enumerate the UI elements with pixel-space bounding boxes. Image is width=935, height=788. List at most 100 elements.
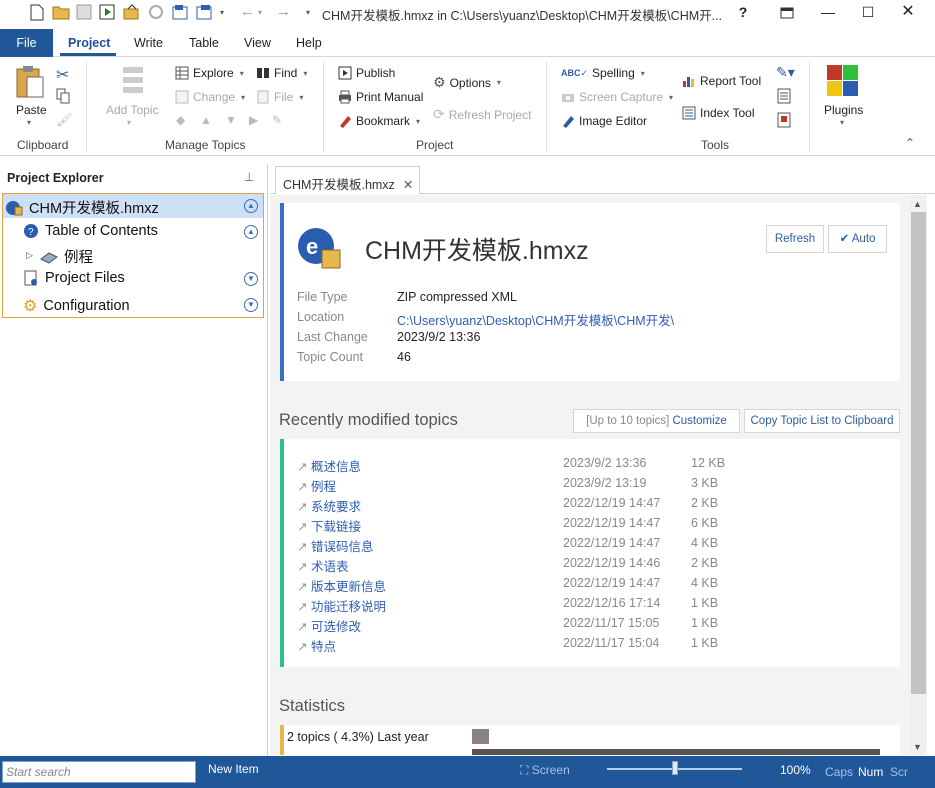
zoom-slider-thumb[interactable] xyxy=(671,761,678,775)
new-item-label[interactable]: New Item xyxy=(208,762,259,776)
screen-capture-dropdown-icon: ▾ xyxy=(669,92,674,102)
change-button[interactable]: Change ▾ xyxy=(175,90,245,104)
help-button[interactable]: ? xyxy=(723,0,763,26)
topic-link[interactable]: ↗ 功能迁移说明 xyxy=(297,596,386,615)
move-left-icon[interactable]: ◆ xyxy=(176,113,185,127)
tab-project[interactable]: Project xyxy=(68,36,110,50)
back-dropdown-icon[interactable]: ▾ xyxy=(258,4,276,22)
scroll-up-icon[interactable]: ▲ xyxy=(913,199,922,209)
layout-icon[interactable] xyxy=(196,4,214,22)
move-right-icon[interactable]: ▶ xyxy=(249,113,258,127)
topic-edit-icon[interactable]: ✎ xyxy=(272,113,282,127)
move-up-icon[interactable]: ▲ xyxy=(200,113,212,127)
topic-link[interactable]: ↗ 可选修改 xyxy=(297,616,361,635)
scroll-thumb[interactable] xyxy=(911,212,926,694)
close-button[interactable]: ✕ xyxy=(888,0,928,26)
forward-arrow-icon[interactable]: → xyxy=(276,4,294,22)
refresh-button[interactable]: Refresh xyxy=(766,225,824,253)
topic-link[interactable]: ↗ 系统要求 xyxy=(297,496,361,515)
explore-button[interactable]: Explore ▾ xyxy=(175,66,244,80)
tab-table[interactable]: Table xyxy=(189,36,219,50)
file-menu[interactable]: File xyxy=(0,29,53,57)
topic-link[interactable]: ↗ 概述信息 xyxy=(297,456,361,475)
search-input[interactable]: Start search xyxy=(2,761,196,783)
index-tool-button[interactable]: Index Tool xyxy=(682,106,755,120)
scroll-down-icon[interactable]: ▼ xyxy=(913,742,922,752)
report-tool-button[interactable]: Report Tool xyxy=(682,74,761,88)
format-painter-icon[interactable]: 🖌 xyxy=(56,112,73,128)
tab-view[interactable]: View xyxy=(244,36,271,50)
check-icon: ✔ xyxy=(839,233,852,245)
spelling-button[interactable]: ABC✓ Spelling ▾ xyxy=(561,66,645,80)
tab-help[interactable]: Help xyxy=(296,36,322,50)
tree-item-configuration[interactable]: ⚙ Configuration xyxy=(23,296,130,316)
tab-write[interactable]: Write xyxy=(134,36,163,50)
add-topic-dropdown-icon[interactable]: ▾ xyxy=(127,118,131,127)
tree-root-node[interactable]: CHM开发模板.hmxz xyxy=(5,197,159,218)
tree-item-table-of-contents[interactable]: ? Table of Contents xyxy=(23,223,158,239)
document-tab[interactable]: CHM开发模板.hmxz ✕ xyxy=(275,166,420,194)
screen-status[interactable]: ⛶ Screen xyxy=(520,763,570,778)
move-down-icon[interactable]: ▼ xyxy=(225,113,237,127)
tree-item-example[interactable]: 例程 xyxy=(40,246,93,267)
options-button[interactable]: ⚙ Options ▾ xyxy=(433,74,501,91)
find-button[interactable]: Find ▾ xyxy=(256,66,307,80)
collapse-toc-icon[interactable]: ▲ xyxy=(244,225,258,239)
add-topic-icon[interactable] xyxy=(117,65,149,99)
location-link[interactable]: C:\Users\yuanz\Desktop\CHM开发模板\CHM开发\ xyxy=(397,310,674,329)
paste-dropdown-icon[interactable]: ▾ xyxy=(27,118,31,127)
add-topic-button[interactable]: Add Topic xyxy=(106,103,158,117)
batch-tool-icon[interactable] xyxy=(777,112,791,128)
auto-button[interactable]: ✔ Auto xyxy=(828,225,887,253)
restore-layout-button[interactable] xyxy=(767,0,807,26)
topic-link[interactable]: ↗ 特点 xyxy=(297,636,336,655)
topic-size: 2 KB xyxy=(691,496,719,510)
topic-link[interactable]: ↗ 术语表 xyxy=(297,556,348,575)
find-label: Find xyxy=(274,66,298,80)
copy-icon[interactable] xyxy=(56,88,70,104)
zoom-level[interactable]: 100% xyxy=(780,763,811,777)
collapse-ribbon-icon[interactable]: ⌃ xyxy=(905,136,915,150)
image-editor-button[interactable]: Image Editor xyxy=(561,114,647,128)
expand-project-files-icon[interactable]: ▼ xyxy=(244,272,258,286)
file-button[interactable]: File ▾ xyxy=(256,90,303,104)
plugins-dropdown-icon[interactable]: ▾ xyxy=(840,118,844,127)
compile-icon[interactable] xyxy=(99,4,117,22)
document-tool-icon[interactable] xyxy=(777,88,791,104)
topic-icon[interactable] xyxy=(172,4,190,22)
refresh-project-button[interactable]: ⟳ Refresh Project xyxy=(433,106,531,123)
minimize-button[interactable]: — xyxy=(808,0,848,26)
topic-link[interactable]: ↗ 例程 xyxy=(297,476,336,495)
collapse-root-icon[interactable]: ▲ xyxy=(244,199,258,213)
expand-arrow-icon[interactable]: ▷ xyxy=(26,250,33,261)
screen-capture-button[interactable]: Screen Capture ▾ xyxy=(561,90,673,104)
close-tab-icon[interactable]: ✕ xyxy=(403,178,413,192)
refresh-icon[interactable] xyxy=(148,4,166,22)
tree-item-project-files[interactable]: Project Files xyxy=(23,270,125,286)
customize-button[interactable]: [Up to 10 topics] Customize xyxy=(573,409,740,433)
new-file-icon[interactable] xyxy=(30,4,48,22)
plugins-button[interactable]: Plugins xyxy=(824,103,863,117)
bookmark-button[interactable]: Bookmark ▾ xyxy=(338,114,420,128)
topic-link[interactable]: ↗ 版本更新信息 xyxy=(297,576,386,595)
plugins-puzzle-icon[interactable] xyxy=(826,64,860,98)
cut-icon[interactable]: ✂ xyxy=(56,65,69,85)
topic-link[interactable]: ↗ 错误码信息 xyxy=(297,536,373,555)
maximize-button[interactable]: ☐ xyxy=(848,0,888,26)
pin-icon[interactable]: ⊥ xyxy=(244,170,254,184)
customize-qa-icon[interactable]: ▾ xyxy=(220,4,238,22)
save-icon[interactable] xyxy=(76,4,94,22)
publish-icon[interactable] xyxy=(123,4,141,22)
script-tool-icon[interactable]: ✎▾ xyxy=(776,64,795,81)
print-manual-button[interactable]: Print Manual xyxy=(338,90,423,104)
publish-button[interactable]: Publish xyxy=(338,66,395,80)
paste-icon[interactable] xyxy=(15,65,45,99)
expand-configuration-icon[interactable]: ▼ xyxy=(244,298,258,312)
info-label: Location xyxy=(297,310,345,324)
open-folder-icon[interactable] xyxy=(52,4,70,22)
copy-topic-list-button[interactable]: Copy Topic List to Clipboard xyxy=(744,409,900,433)
back-arrow-icon[interactable]: ← xyxy=(240,4,258,22)
paste-button[interactable]: Paste xyxy=(16,103,47,117)
topic-link[interactable]: ↗ 下载链接 xyxy=(297,516,361,535)
file-label: File xyxy=(274,90,294,104)
